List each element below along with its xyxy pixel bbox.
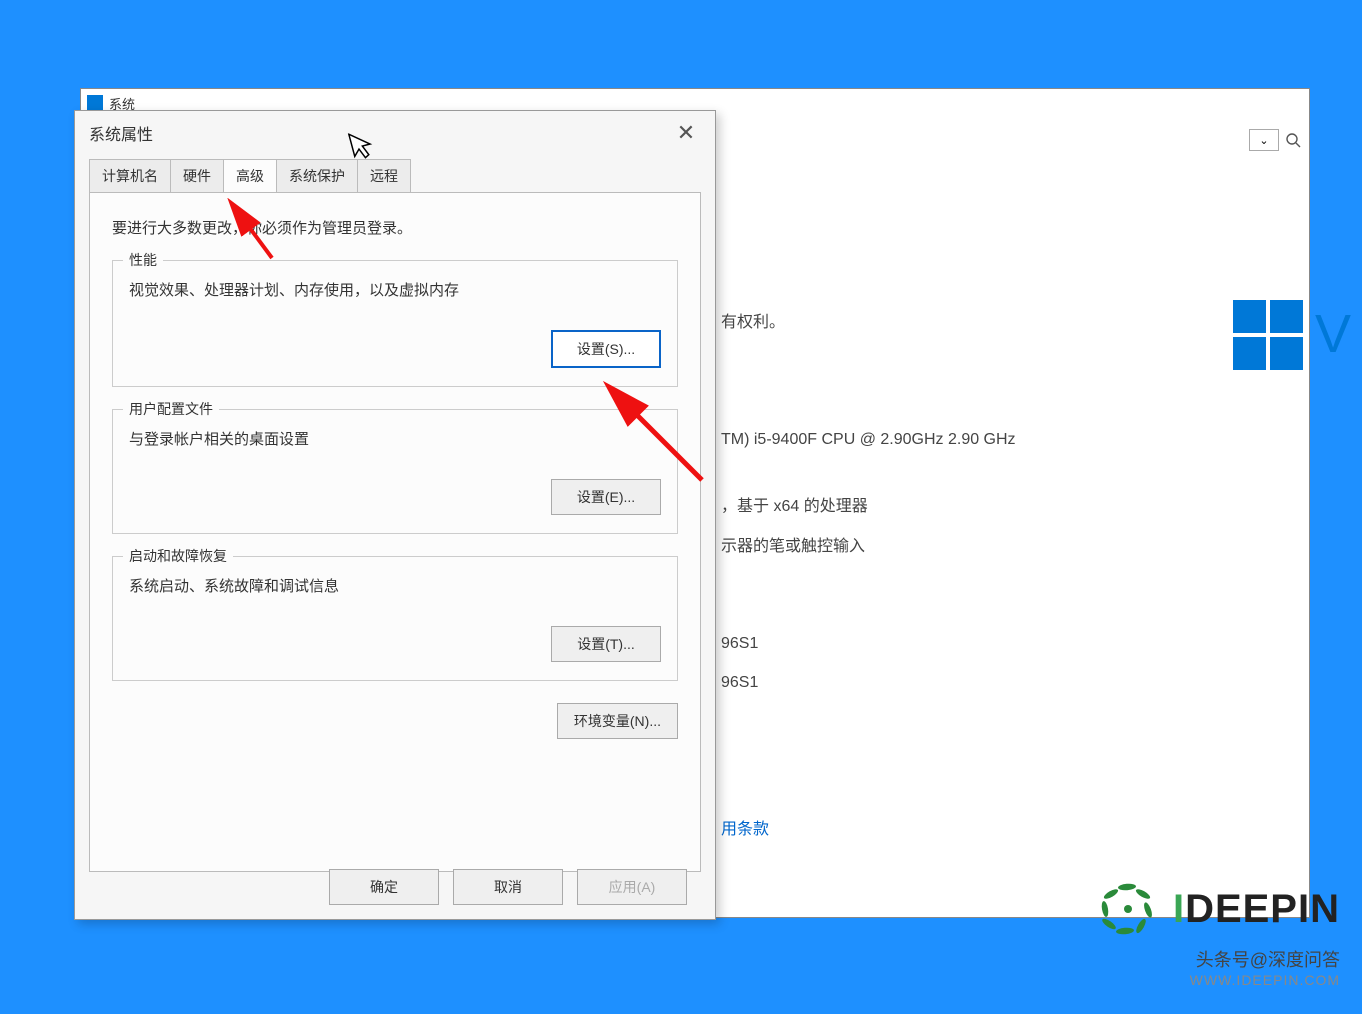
toolbar-right: ⌄ — [1249, 129, 1303, 151]
profiles-settings-button[interactable]: 设置(E)... — [551, 479, 661, 515]
search-icon[interactable] — [1283, 130, 1303, 150]
window-icon — [87, 95, 103, 111]
watermark-sub: 头条号@深度问答 — [1093, 946, 1340, 972]
tab-system-protection[interactable]: 系统保护 — [276, 159, 358, 192]
startup-title: 启动和故障恢复 — [123, 546, 233, 566]
windows-logo: V — [1233, 289, 1351, 381]
profiles-title: 用户配置文件 — [123, 399, 219, 419]
tab-hardware[interactable]: 硬件 — [170, 159, 224, 192]
performance-title: 性能 — [123, 250, 163, 270]
chevron-down-icon: ⌄ — [1259, 134, 1268, 147]
performance-settings-button[interactable]: 设置(S)... — [551, 330, 661, 368]
system-properties-dialog: 系统属性 ✕ 计算机名 硬件 高级 系统保护 远程 要进行大多数更改，你必须作为… — [74, 110, 716, 920]
dialog-title: 系统属性 — [89, 121, 153, 145]
tab-advanced[interactable]: 高级 — [223, 159, 277, 192]
dropdown-chevron[interactable]: ⌄ — [1249, 129, 1279, 151]
profiles-desc: 与登录帐户相关的桌面设置 — [129, 428, 661, 449]
cancel-button[interactable]: 取消 — [453, 869, 563, 905]
touch-text: 示器的笔或触控输入 — [721, 533, 1341, 560]
apply-button[interactable]: 应用(A) — [577, 869, 687, 905]
close-icon: ✕ — [677, 120, 695, 146]
dialog-footer: 确定 取消 应用(A) — [329, 869, 687, 905]
watermark-url: WWW.IDEEPIN.COM — [1093, 972, 1340, 988]
startup-settings-button[interactable]: 设置(T)... — [551, 626, 661, 662]
windows-logo-text: V — [1315, 289, 1351, 381]
watermark: IDEEPIN 头条号@深度问答 WWW.IDEEPIN.COM — [1093, 874, 1340, 988]
startup-desc: 系统启动、系统故障和调试信息 — [129, 575, 661, 596]
brand-logo-icon — [1093, 874, 1163, 944]
startup-group: 启动和故障恢复 系统启动、系统故障和调试信息 设置(T)... — [112, 556, 678, 681]
profiles-group: 用户配置文件 与登录帐户相关的桌面设置 设置(E)... — [112, 409, 678, 534]
brand-text: IDEEPIN — [1173, 887, 1340, 932]
dialog-titlebar: 系统属性 ✕ — [75, 111, 715, 151]
id1-text: 96S1 — [721, 630, 1341, 657]
tabs: 计算机名 硬件 高级 系统保护 远程 — [75, 159, 715, 192]
performance-desc: 视觉效果、处理器计划、内存使用，以及虚拟内存 — [129, 279, 661, 300]
ok-button[interactable]: 确定 — [329, 869, 439, 905]
tab-computer-name[interactable]: 计算机名 — [89, 159, 171, 192]
tab-remote[interactable]: 远程 — [357, 159, 411, 192]
arch-text: ，基于 x64 的处理器 — [721, 493, 1341, 520]
id2-text: 96S1 — [721, 669, 1341, 696]
terms-link[interactable]: 用条款 — [721, 816, 1341, 843]
system-info-panel: V 有权利。 TM) i5-9400F CPU @ 2.90GHz 2.90 G… — [721, 289, 1341, 843]
close-button[interactable]: ✕ — [671, 121, 701, 145]
tab-body: 要进行大多数更改，你必须作为管理员登录。 性能 视觉效果、处理器计划、内存使用，… — [89, 192, 701, 872]
environment-variables-button[interactable]: 环境变量(N)... — [557, 703, 678, 739]
windows-logo-icon — [1233, 300, 1303, 370]
performance-group: 性能 视觉效果、处理器计划、内存使用，以及虚拟内存 设置(S)... — [112, 260, 678, 387]
admin-intro: 要进行大多数更改，你必须作为管理员登录。 — [112, 217, 678, 238]
cpu-text: TM) i5-9400F CPU @ 2.90GHz 2.90 GHz — [721, 426, 1341, 453]
